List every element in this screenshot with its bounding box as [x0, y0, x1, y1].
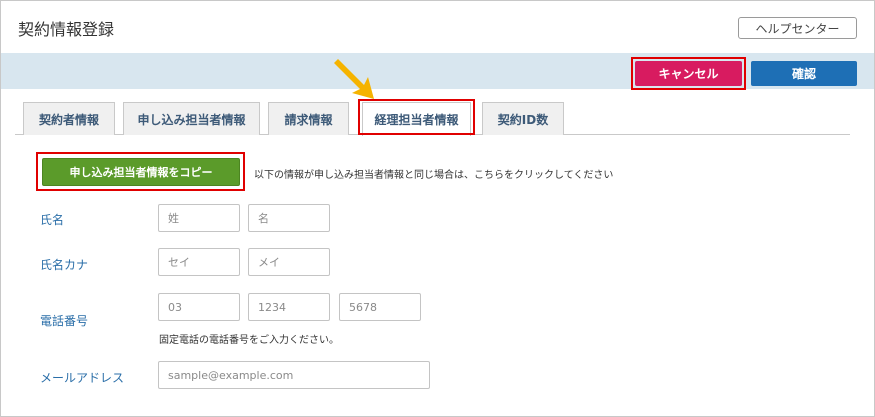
kana-label: 氏名カナ — [40, 258, 89, 272]
copy-applicant-info-button[interactable]: 申し込み担当者情報をコピー — [42, 158, 240, 186]
page-title: 契約情報登録 — [18, 20, 115, 39]
last-name-kana-input[interactable] — [158, 248, 240, 276]
tab-billing-info[interactable]: 請求情報 — [268, 102, 349, 135]
copy-note-text: 以下の情報が申し込み担当者情報と同じ場合は、こちらをクリックしてください — [254, 170, 614, 181]
last-name-input[interactable] — [158, 204, 240, 232]
phone-exchange-input[interactable] — [248, 293, 330, 321]
email-input[interactable] — [158, 361, 430, 389]
phone-label: 電話番号 — [40, 314, 89, 328]
tab-highlight-box — [358, 99, 475, 135]
pointer-arrow-icon — [334, 59, 374, 99]
confirm-button[interactable]: 確認 — [751, 61, 857, 86]
first-name-input[interactable] — [248, 204, 330, 232]
phone-hint: 固定電話の電話番号をご入力ください。 — [159, 335, 339, 346]
first-name-kana-input[interactable] — [248, 248, 330, 276]
help-center-button[interactable]: ヘルプセンター — [738, 17, 857, 39]
name-label: 氏名 — [40, 213, 65, 227]
phone-number-input[interactable] — [339, 293, 421, 321]
email-label: メールアドレス — [40, 371, 125, 385]
tab-contract-id-count[interactable]: 契約ID数 — [482, 102, 564, 135]
tab-contractor-info[interactable]: 契約者情報 — [23, 102, 115, 135]
cancel-button[interactable]: キャンセル — [635, 61, 742, 86]
tab-applicant-info[interactable]: 申し込み担当者情報 — [123, 102, 260, 135]
phone-area-code-input[interactable] — [158, 293, 240, 321]
